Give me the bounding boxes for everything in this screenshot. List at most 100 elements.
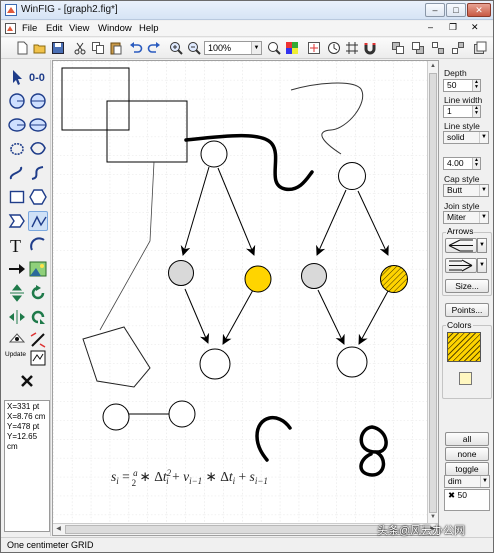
- graph-node[interactable]: [200, 140, 228, 168]
- menu-window[interactable]: Window: [98, 23, 132, 34]
- update-tool-icon[interactable]: [7, 330, 27, 350]
- cut-icon[interactable]: [73, 41, 87, 55]
- horizontal-scroll-thumb[interactable]: [65, 525, 425, 534]
- maximize-button[interactable]: □: [446, 3, 466, 17]
- graph-node-yellow[interactable]: [244, 265, 272, 293]
- zoom-select[interactable]: 100% ▼: [204, 41, 262, 55]
- update-label: Update: [5, 351, 26, 358]
- flip-tool-icon[interactable]: [7, 307, 27, 327]
- child-restore-button[interactable]: ❐: [449, 22, 457, 33]
- backward-arrow-dropdown[interactable]: ▼: [477, 238, 487, 253]
- zoom-in-icon[interactable]: [169, 41, 183, 55]
- magnet-icon[interactable]: [363, 41, 377, 55]
- text-tool-icon[interactable]: T: [7, 235, 27, 255]
- fill-color-swatch[interactable]: [447, 332, 481, 362]
- box-tool-icon[interactable]: [7, 187, 27, 207]
- forward-arrow-dropdown[interactable]: ▼: [477, 258, 487, 273]
- select-all-button[interactable]: all: [445, 432, 489, 446]
- line-style-select[interactable]: solid ▼: [443, 131, 489, 144]
- select-none-button[interactable]: none: [445, 447, 489, 461]
- open-spline-approx-icon[interactable]: [7, 163, 27, 183]
- graph-node[interactable]: [168, 400, 196, 428]
- graph-node-hatched[interactable]: [380, 265, 408, 293]
- graph-node[interactable]: [336, 346, 368, 378]
- arrow-line-icon[interactable]: [7, 259, 27, 279]
- graph-node-gray[interactable]: [301, 263, 327, 289]
- child-minimize-button[interactable]: –: [428, 22, 433, 32]
- point-tool-icon[interactable]: 0-0: [28, 67, 48, 87]
- vertical-scroll-thumb[interactable]: [429, 73, 437, 513]
- time-icon[interactable]: [327, 41, 341, 55]
- menu-edit[interactable]: Edit: [46, 23, 62, 34]
- join-style-select[interactable]: Miter ▼: [443, 211, 489, 224]
- depth-list[interactable]: ✖ 50: [444, 489, 490, 511]
- spline-curve-icon[interactable]: [28, 211, 48, 231]
- dash-length-spinner[interactable]: 4.00 ▲ ▼: [443, 157, 481, 170]
- layer-front-icon[interactable]: [391, 41, 405, 55]
- scroll-up-arrow-icon[interactable]: ▲: [428, 61, 438, 72]
- toggle-selection-button[interactable]: toggle: [445, 462, 489, 476]
- rotate-tool-icon[interactable]: [28, 283, 48, 303]
- paste-icon[interactable]: [109, 41, 123, 55]
- redo-icon[interactable]: [147, 41, 161, 55]
- backward-arrow-button[interactable]: [445, 238, 477, 253]
- polygon-tool-icon[interactable]: [28, 187, 48, 207]
- spinner-arrows-icon[interactable]: ▲ ▼: [472, 158, 480, 169]
- open-spline-interp-icon[interactable]: [28, 163, 48, 183]
- spinner-arrows-icon[interactable]: ▲ ▼: [472, 80, 480, 91]
- ellipse-diameter-icon[interactable]: [28, 115, 48, 135]
- arrow-size-button[interactable]: Size...: [445, 279, 489, 293]
- arc-tool-icon[interactable]: [28, 235, 48, 255]
- scroll-left-arrow-icon[interactable]: ◀: [53, 524, 64, 535]
- layer-back-icon[interactable]: [411, 41, 425, 55]
- checkbox-checked-icon[interactable]: ✖: [448, 490, 455, 500]
- picture-tool-icon[interactable]: [28, 259, 48, 279]
- drawing-canvas[interactable]: si = a2 ∗ Δt2 i + vi−1 ∗ Δti + si−1 ▲ ▼ ◀…: [52, 60, 439, 536]
- circle-diameter-icon[interactable]: [28, 91, 48, 111]
- copy-icon[interactable]: [91, 41, 105, 55]
- open-folder-icon[interactable]: [33, 41, 47, 55]
- graph-node[interactable]: [102, 403, 130, 431]
- new-file-icon[interactable]: [15, 41, 29, 55]
- undo-icon[interactable]: [129, 41, 143, 55]
- color-palette-icon[interactable]: [285, 41, 299, 55]
- line-width-spinner[interactable]: 1 ▲ ▼: [443, 105, 481, 118]
- group-icon[interactable]: [431, 41, 445, 55]
- grid-icon[interactable]: [345, 41, 359, 55]
- align-tool-icon[interactable]: [7, 283, 27, 303]
- save-icon[interactable]: [51, 41, 65, 55]
- select-pointer-icon[interactable]: [7, 67, 27, 87]
- library-tool-icon[interactable]: [28, 348, 48, 368]
- closed-spline-approx-icon[interactable]: [7, 139, 27, 159]
- menu-view[interactable]: View: [69, 23, 89, 34]
- edit-tool-icon[interactable]: [28, 330, 48, 350]
- layers-icon[interactable]: [473, 41, 487, 55]
- graph-node[interactable]: [199, 348, 231, 380]
- spinner-arrows-icon[interactable]: ▲ ▼: [472, 106, 480, 117]
- delete-tool-icon[interactable]: [17, 371, 37, 391]
- closed-spline-interp-icon[interactable]: [28, 139, 48, 159]
- child-close-button[interactable]: ✕: [471, 22, 479, 33]
- menu-file[interactable]: File: [22, 23, 37, 34]
- cap-style-select[interactable]: Butt ▼: [443, 184, 489, 197]
- circle-radius-icon[interactable]: [7, 91, 27, 111]
- graph-node-gray[interactable]: [168, 260, 194, 286]
- forward-arrow-button[interactable]: [445, 258, 477, 273]
- pen-color-swatch[interactable]: [459, 372, 472, 385]
- dim-select[interactable]: dim ▼: [444, 475, 490, 488]
- menu-help[interactable]: Help: [139, 23, 159, 34]
- rounded-box-icon[interactable]: [7, 211, 27, 231]
- scale-tool-icon[interactable]: [28, 307, 48, 327]
- center-icon[interactable]: [307, 41, 321, 55]
- vertical-scrollbar[interactable]: ▲ ▼: [427, 61, 438, 523]
- title-bar: WinFIG - [graph2.fig*] – □ ✕: [1, 1, 493, 20]
- close-button[interactable]: ✕: [467, 3, 491, 17]
- ellipse-radius-icon[interactable]: [7, 115, 27, 135]
- points-button[interactable]: Points...: [445, 303, 489, 317]
- zoom-fit-icon[interactable]: [267, 41, 281, 55]
- depth-spinner[interactable]: 50 ▲ ▼: [443, 79, 481, 92]
- zoom-out-icon[interactable]: [187, 41, 201, 55]
- minimize-button[interactable]: –: [425, 3, 445, 17]
- ungroup-icon[interactable]: [451, 41, 465, 55]
- graph-node[interactable]: [338, 162, 366, 190]
